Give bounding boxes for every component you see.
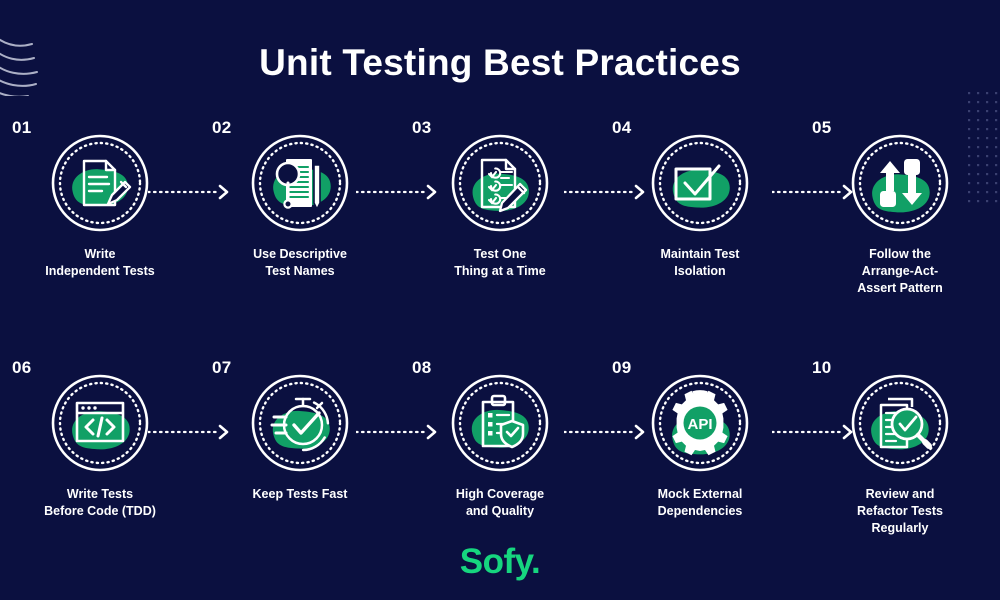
- step-02[interactable]: 02 Use Descriptive Test Names: [200, 112, 400, 352]
- arrows-squares-icon: [850, 133, 950, 233]
- step-03[interactable]: 03 Test One Thing at a Time: [400, 112, 600, 352]
- step-label: Maintain Test Isolation: [660, 247, 740, 278]
- step-label: Follow the Arrange-Act- Assert Pattern: [857, 247, 943, 295]
- code-window-icon: [50, 373, 150, 473]
- sofy-logo: Sofy.: [459, 542, 541, 581]
- step-04[interactable]: 04 Maintain Test Isolation: [600, 112, 800, 352]
- step-label: Mock External Dependencies: [657, 487, 743, 518]
- step-number: 02: [212, 118, 232, 137]
- checklist-pencil-icon: [450, 133, 550, 233]
- step-label: Write Tests Before Code (TDD): [44, 487, 156, 518]
- step-05[interactable]: 05 Follow the Arrange-Act- Assert Pattern: [800, 112, 1000, 352]
- step-label: Write Independent Tests: [45, 247, 155, 278]
- step-number: 05: [812, 118, 832, 137]
- gear-api-icon: API: [650, 373, 750, 473]
- step-label: Review and Refactor Tests Regularly: [857, 487, 943, 535]
- step-label: Test One Thing at a Time: [454, 247, 546, 278]
- step-number: 03: [412, 118, 432, 137]
- steps-row-1: 01 Write Independent Tests 02 Use Descri…: [0, 112, 1000, 352]
- step-number: 04: [612, 118, 632, 137]
- document-magnifier-pencil-icon: [250, 133, 350, 233]
- step-number: 07: [212, 358, 232, 377]
- step-number: 01: [12, 118, 32, 137]
- checkbox-check-icon: [650, 133, 750, 233]
- step-label: Use Descriptive Test Names: [253, 247, 347, 278]
- steps-grid: 01 Write Independent Tests 02 Use Descri…: [0, 112, 1000, 592]
- stopwatch-check-icon: [250, 373, 350, 473]
- document-pencil-icon: [50, 133, 150, 233]
- step-label: Keep Tests Fast: [252, 487, 348, 501]
- step-01[interactable]: 01 Write Independent Tests: [0, 112, 200, 352]
- step-label: High Coverage and Quality: [455, 487, 545, 518]
- documents-magnifier-check-icon: [850, 373, 950, 473]
- step-number: 08: [412, 358, 432, 377]
- api-label: API: [687, 416, 712, 433]
- step-number: 10: [812, 358, 832, 377]
- page-title: Unit Testing Best Practices: [259, 42, 741, 83]
- step-number: 06: [12, 358, 32, 377]
- clipboard-shield-icon: [450, 373, 550, 473]
- step-number: 09: [612, 358, 632, 377]
